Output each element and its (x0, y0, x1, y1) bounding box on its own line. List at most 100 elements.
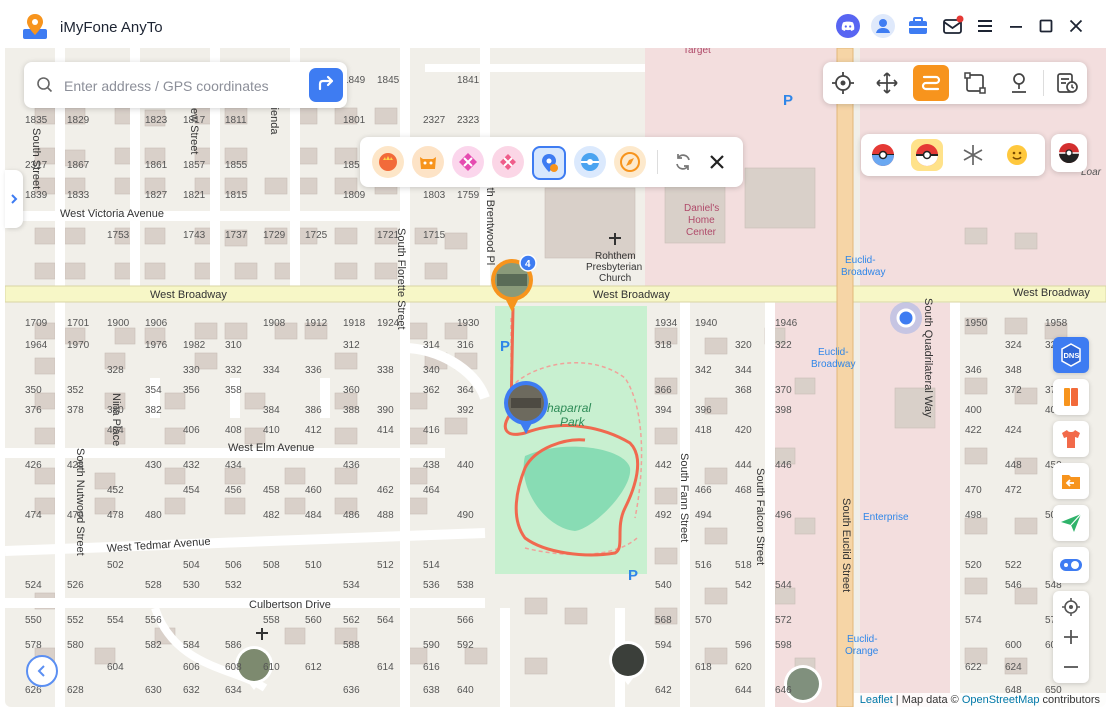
side-panel-toggle[interactable] (5, 170, 23, 228)
house-number: 406 (183, 425, 200, 436)
house-number: 1958 (1045, 318, 1068, 329)
house-number: 466 (695, 485, 712, 496)
house-number: 634 (225, 685, 242, 696)
house-number: 468 (735, 485, 752, 496)
two-spot-mode-button[interactable] (957, 65, 993, 101)
house-number: 528 (145, 580, 162, 591)
house-number: 554 (107, 615, 124, 626)
preset-compass-icon[interactable] (614, 146, 646, 178)
house-number: 462 (377, 485, 394, 496)
house-number: 624 (1005, 662, 1022, 673)
pokeball-black-button[interactable] (1051, 134, 1087, 172)
toolbox-icon[interactable] (906, 14, 930, 38)
house-number: 504 (183, 560, 200, 571)
locate-me-button[interactable] (1053, 592, 1089, 622)
house-number: 350 (25, 385, 42, 396)
house-number: 410 (263, 425, 280, 436)
plus-icon (1064, 630, 1078, 644)
maximize-icon[interactable] (1034, 14, 1058, 38)
route-preset-bar (360, 137, 743, 187)
house-number: 544 (775, 580, 792, 591)
house-number: 488 (377, 510, 394, 521)
snowflake-icon[interactable] (957, 139, 989, 171)
house-number: 614 (377, 662, 394, 673)
jump-mode-button[interactable] (1001, 65, 1037, 101)
discord-icon[interactable] (836, 14, 860, 38)
menu-icon[interactable] (974, 14, 998, 38)
preset-location-icon[interactable] (532, 146, 566, 180)
house-number: 580 (67, 640, 84, 651)
house-number: 592 (457, 640, 474, 651)
house-number: 446 (775, 460, 792, 471)
multi-spot-mode-button[interactable] (913, 65, 949, 101)
route-stop-count: 4 (525, 259, 531, 270)
house-number: 610 (263, 662, 280, 673)
house-number: 640 (457, 685, 474, 696)
pokeball-icon[interactable] (911, 139, 943, 171)
house-number: 356 (183, 385, 200, 396)
house-number: 562 (343, 615, 360, 626)
church-label: Presbyterian (586, 262, 642, 273)
mail-icon[interactable] (941, 14, 965, 38)
house-number: 354 (145, 385, 162, 396)
house-number: 414 (377, 425, 394, 436)
svg-text:DNS: DNS (1064, 351, 1080, 360)
close-icon[interactable] (1064, 14, 1088, 38)
current-location-dot[interactable] (896, 308, 916, 328)
refresh-icon[interactable] (667, 146, 699, 178)
search-go-button[interactable] (309, 68, 343, 102)
toggle-button[interactable] (1053, 547, 1089, 583)
station-label: Euclid- (818, 347, 849, 358)
house-number: 524 (25, 580, 42, 591)
preset-monster-icon[interactable] (412, 146, 444, 178)
route-start-pin[interactable]: 4 (491, 254, 537, 312)
house-number: 476 (67, 510, 84, 521)
street-label-south-quadrilateral: South Quadrilateral Way (922, 298, 934, 418)
house-number: 2327 (423, 115, 446, 126)
store-label: Daniel's (684, 203, 719, 214)
house-number: 310 (225, 340, 242, 351)
preset-battle-icon[interactable] (452, 146, 484, 178)
teleport-icon (832, 72, 854, 94)
house-number: 1817 (183, 115, 206, 126)
house-number: 1906 (145, 318, 168, 329)
preset-pokestop-icon[interactable] (574, 146, 606, 178)
house-number: 362 (423, 385, 440, 396)
joystick-mode-button[interactable] (869, 65, 905, 101)
folder-import-icon (1062, 475, 1080, 489)
pokeball-blue-icon[interactable] (867, 139, 899, 171)
send-button[interactable] (1053, 505, 1089, 541)
history-button[interactable] (1049, 65, 1085, 101)
zoom-out-button[interactable] (1053, 652, 1089, 682)
house-number: 360 (343, 385, 360, 396)
house-number: 630 (145, 685, 162, 696)
user-icon[interactable] (871, 14, 895, 38)
minimize-icon[interactable] (1004, 14, 1028, 38)
house-number: 352 (67, 385, 84, 396)
house-number: 1827 (145, 190, 168, 201)
shirt-button[interactable] (1053, 421, 1089, 457)
close-presets-icon[interactable] (701, 146, 733, 178)
street-label-west-broadway: West Broadway (593, 289, 670, 301)
osm-link[interactable]: OpenStreetMap (962, 694, 1040, 706)
import-button[interactable] (1053, 463, 1089, 499)
teleport-mode-button[interactable] (825, 65, 861, 101)
chevron-left-icon (37, 665, 45, 677)
search-input[interactable] (62, 70, 296, 102)
attribution-text-end: contributors (1039, 694, 1100, 706)
house-number: 496 (775, 510, 792, 521)
dns-button[interactable]: DNS (1053, 337, 1089, 373)
preset-raid-icon[interactable] (492, 146, 524, 178)
leaflet-link[interactable]: Leaflet (860, 694, 893, 706)
smiley-icon[interactable] (1001, 139, 1033, 171)
photo-pin[interactable] (609, 641, 647, 685)
zoom-in-button[interactable] (1053, 622, 1089, 652)
house-number: 1753 (107, 230, 130, 241)
house-number: 448 (1005, 460, 1022, 471)
back-button[interactable] (26, 655, 58, 687)
house-number: 1833 (67, 190, 90, 201)
photo-pin[interactable] (784, 665, 822, 703)
preset-fire-icon[interactable] (372, 146, 404, 178)
house-number: 1964 (25, 340, 48, 351)
book-button[interactable] (1053, 379, 1089, 415)
